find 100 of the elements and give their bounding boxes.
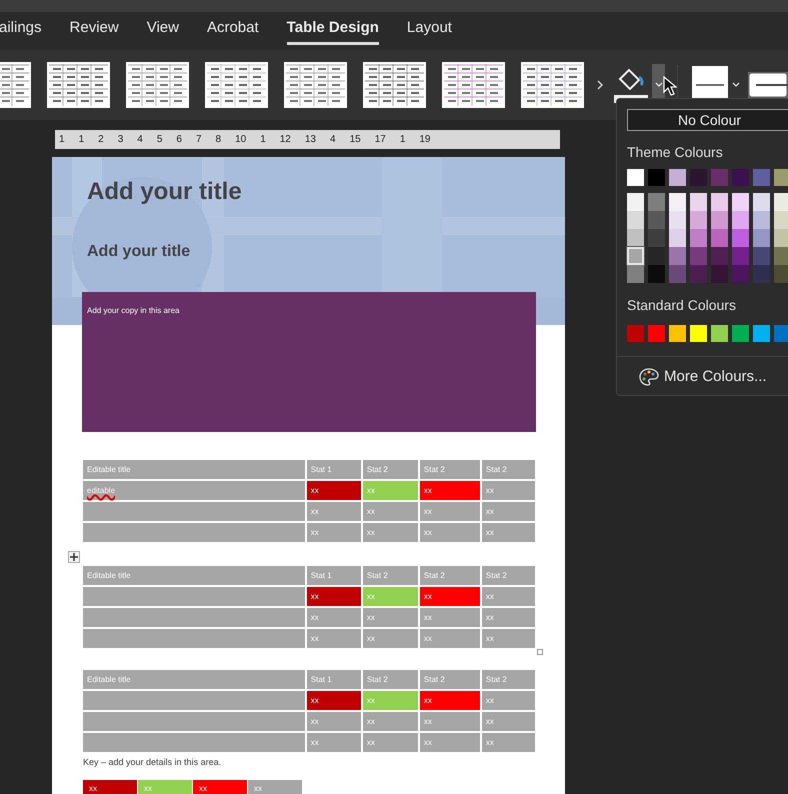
ruler-number: 6 [176,134,182,144]
colour-swatch[interactable] [690,265,707,283]
colour-swatch[interactable] [711,193,728,211]
colour-swatch[interactable] [732,265,749,283]
colour-swatch[interactable] [753,211,770,229]
table-header-cell: Stat 1 [306,460,361,479]
colour-swatch[interactable] [690,193,707,211]
colour-swatch[interactable] [711,265,728,283]
colour-swatch[interactable] [732,325,749,342]
table-cell: xx [420,691,480,710]
colour-swatch[interactable] [774,211,788,229]
colour-swatch[interactable] [732,211,749,229]
colour-swatch[interactable] [648,193,665,211]
more-colours-button[interactable]: More Colours... [639,366,785,388]
ribbon-tab[interactable]: Table Design [286,17,379,45]
colour-swatch[interactable] [669,193,686,211]
colour-swatch[interactable] [648,265,665,283]
colour-swatch[interactable] [774,229,788,247]
colour-swatch[interactable] [711,211,728,229]
colour-swatch[interactable] [732,247,749,265]
table-header-cell: Editable title [83,566,305,585]
table-style-thumbnail[interactable] [284,62,347,108]
colour-swatch[interactable] [669,169,686,186]
colour-swatch[interactable] [648,247,665,265]
colour-swatch[interactable] [627,193,644,211]
colour-swatch[interactable] [627,211,644,229]
table-header-cell: Stat 2 [420,670,480,689]
ribbon-tab[interactable]: ailings [0,17,42,45]
table-move-handle-icon[interactable] [68,551,80,563]
ruler-number: 1 [78,134,84,144]
table-cell: xx [306,712,361,731]
colour-swatch[interactable] [648,325,665,342]
colour-swatch[interactable] [627,265,644,283]
colour-swatch[interactable] [627,247,644,265]
ruler-number: 4 [137,134,143,144]
colour-swatch[interactable] [753,193,770,211]
colour-swatch[interactable] [627,169,644,186]
table-cell: xx [306,608,361,627]
table-cell: xx [482,481,535,500]
colour-swatch[interactable] [648,211,665,229]
no-colour-button[interactable]: No Colour [627,109,788,131]
colour-swatch[interactable] [669,229,686,247]
colour-swatch[interactable] [753,247,770,265]
colour-swatch[interactable] [669,211,686,229]
ribbon-tab[interactable]: View [146,17,179,45]
table-style-thumbnail[interactable] [47,62,110,108]
ribbon-tab[interactable]: Review [70,17,119,45]
colour-swatch[interactable] [648,229,665,247]
section-label: Standard Colours [627,296,736,315]
colour-swatch[interactable] [669,247,686,265]
colour-swatch[interactable] [732,169,749,186]
colour-swatch[interactable] [711,325,728,342]
colour-swatch[interactable] [753,169,770,186]
colour-swatch[interactable] [774,265,788,283]
table-header-cell: Stat 2 [420,460,480,479]
table-style-thumbnail[interactable] [363,62,426,108]
table-header-cell: Stat 2 [482,670,535,689]
colour-swatch[interactable] [627,229,644,247]
ribbon-tab[interactable]: Layout [406,17,452,45]
colour-swatch[interactable] [753,229,770,247]
table-style-thumbnail[interactable] [521,62,584,108]
table-style-thumbnail[interactable] [126,62,189,108]
key-cell: xx [138,780,192,794]
colour-swatch[interactable] [669,265,686,283]
border-weight-icon[interactable] [748,72,788,98]
colour-swatch[interactable] [648,169,665,186]
colour-swatch[interactable] [690,325,707,342]
table-cell: editable [83,481,305,500]
colour-swatch[interactable] [627,325,644,342]
colour-swatch[interactable] [774,193,788,211]
colour-swatch[interactable] [690,211,707,229]
resize-handle-icon[interactable] [537,649,543,655]
colour-swatch[interactable] [774,325,788,342]
mouse-pointer-icon [663,76,677,96]
chevron-right-icon[interactable] [596,80,604,90]
table-style-thumbnail[interactable] [205,62,268,108]
colour-swatch[interactable] [711,169,728,186]
colour-swatch[interactable] [753,265,770,283]
colour-swatch[interactable] [711,229,728,247]
colour-swatch[interactable] [711,247,728,265]
colour-swatch[interactable] [774,169,788,186]
ribbon-tab[interactable]: Acrobat [206,17,259,45]
colour-swatch[interactable] [669,325,686,342]
colour-swatch[interactable] [732,193,749,211]
colour-swatch[interactable] [690,229,707,247]
table-cell: xx [420,587,480,606]
colour-swatch[interactable] [732,229,749,247]
key-cell: xx [193,780,247,794]
ruler-number: 7 [196,134,202,144]
table-cell: xx [420,733,480,752]
colour-swatch[interactable] [753,325,770,342]
colour-swatch[interactable] [774,247,788,265]
table-cell: xx [306,523,361,542]
ruler-number: 15 [350,134,361,144]
table-header-cell: Stat 1 [306,670,361,689]
table-cell: xx [482,733,535,752]
colour-swatch[interactable] [690,247,707,265]
table-style-thumbnail[interactable] [442,62,505,108]
table-cell: xx [420,502,480,521]
chevron-down-icon[interactable] [732,82,740,88]
